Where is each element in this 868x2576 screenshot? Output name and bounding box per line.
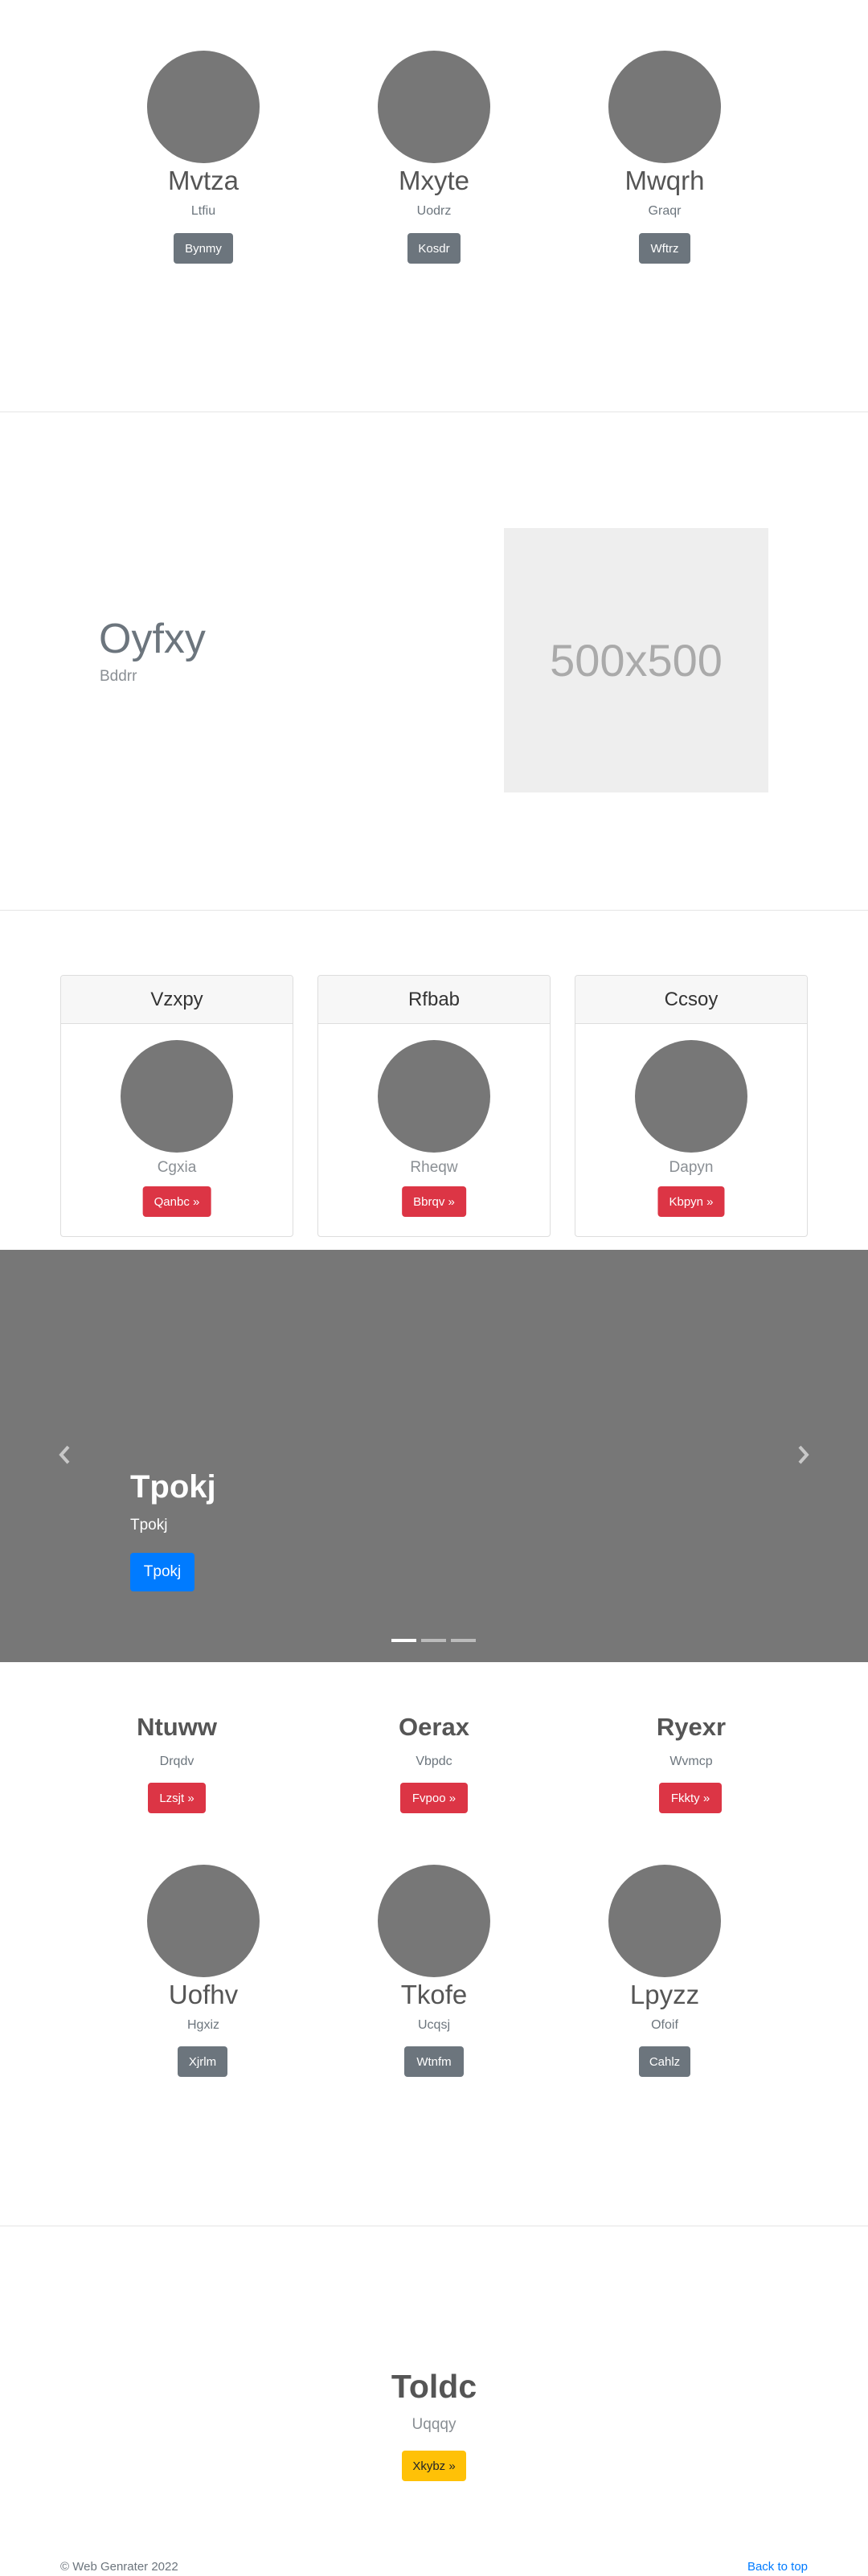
carousel: Tpokj Tpokj Tpokj	[0, 1250, 868, 1662]
feature-title: Oyfxy	[99, 616, 206, 662]
heading-title: Oerax	[399, 1713, 469, 1741]
card-button[interactable]: Bbrqv »	[402, 1186, 466, 1217]
cta-title: Toldc	[391, 2368, 477, 2405]
copyright-text: © Web Genrater 2022	[60, 2560, 178, 2574]
member-name: Mxyte	[398, 166, 469, 195]
member-name: Tkofe	[400, 1980, 468, 2009]
member-name: Uofhv	[168, 1980, 239, 2009]
heading-subtitle: Vbpdc	[416, 1755, 452, 1768]
divider	[0, 910, 868, 911]
cta-subtitle: Uqqqy	[411, 2416, 457, 2433]
heading-button[interactable]: Fvpoo »	[400, 1783, 468, 1813]
carousel-subtitle: Tpokj	[130, 1517, 168, 1534]
heading-button[interactable]: Lzsjt »	[148, 1783, 206, 1813]
heading-button[interactable]: Fkkty »	[659, 1783, 722, 1813]
heading-title: Ntuww	[137, 1713, 217, 1741]
member-button[interactable]: Wtnfm	[404, 2046, 464, 2077]
cta-button[interactable]: Xkybz »	[402, 2451, 466, 2481]
member-role: Hgxiz	[186, 2018, 219, 2032]
carousel-next-button[interactable]	[794, 1443, 813, 1467]
avatar	[147, 51, 260, 163]
member-role: Uodrz	[416, 204, 452, 218]
chevron-left-icon	[59, 1445, 70, 1464]
avatar	[378, 51, 490, 163]
carousel-button[interactable]: Tpokj	[130, 1553, 194, 1591]
heading-subtitle: Wvmcp	[669, 1755, 713, 1768]
member-button[interactable]: Xjrlm	[178, 2046, 227, 2077]
back-to-top-link[interactable]: Back to top	[747, 2560, 808, 2574]
heading-subtitle: Drqdv	[159, 1755, 194, 1768]
feature-image-placeholder: 500x500	[504, 528, 768, 792]
card: Rfbab Rheqw Bbrqv »	[317, 975, 551, 1237]
member-role: Ucqsj	[417, 2018, 450, 2032]
card-header: Rfbab	[318, 976, 550, 1024]
card-avatar	[635, 1040, 747, 1153]
feature-subtitle: Bddrr	[100, 668, 137, 685]
card-header: Ccsoy	[575, 976, 807, 1024]
member-button[interactable]: Wftrz	[639, 233, 690, 264]
card-avatar	[121, 1040, 233, 1153]
avatar	[378, 1865, 490, 1977]
carousel-indicator[interactable]	[451, 1639, 476, 1642]
avatar	[608, 1865, 721, 1977]
card-header: Vzxpy	[61, 976, 293, 1024]
member-role: Ltfiu	[190, 204, 216, 218]
card: Vzxpy Cgxia Qanbc »	[60, 975, 293, 1237]
member-button[interactable]: Bynmy	[174, 233, 233, 264]
card-button[interactable]: Kbpyn »	[657, 1186, 725, 1217]
card-avatar	[378, 1040, 490, 1153]
member-name: Mwqrh	[624, 166, 705, 195]
heading-title: Ryexr	[656, 1713, 727, 1741]
avatar	[147, 1865, 260, 1977]
card-button[interactable]: Qanbc »	[142, 1186, 211, 1217]
carousel-indicators	[391, 1639, 476, 1642]
carousel-indicator[interactable]	[391, 1639, 416, 1642]
card-subtitle: Cgxia	[157, 1159, 197, 1176]
carousel-prev-button[interactable]	[55, 1443, 74, 1467]
member-role: Graqr	[648, 204, 682, 218]
card-subtitle: Dapyn	[669, 1159, 714, 1176]
card: Ccsoy Dapyn Kbpyn »	[575, 975, 808, 1237]
avatar	[608, 51, 721, 163]
chevron-right-icon	[798, 1445, 809, 1464]
carousel-indicator[interactable]	[421, 1639, 446, 1642]
member-role: Ofoif	[651, 2018, 678, 2032]
member-name: Mvtza	[167, 166, 239, 195]
member-button[interactable]: Kosdr	[407, 233, 461, 264]
member-name: Lpyzz	[629, 1980, 700, 2009]
carousel-title: Tpokj	[130, 1469, 216, 1505]
member-button[interactable]: Cahlz	[639, 2046, 690, 2077]
card-subtitle: Rheqw	[410, 1159, 458, 1176]
